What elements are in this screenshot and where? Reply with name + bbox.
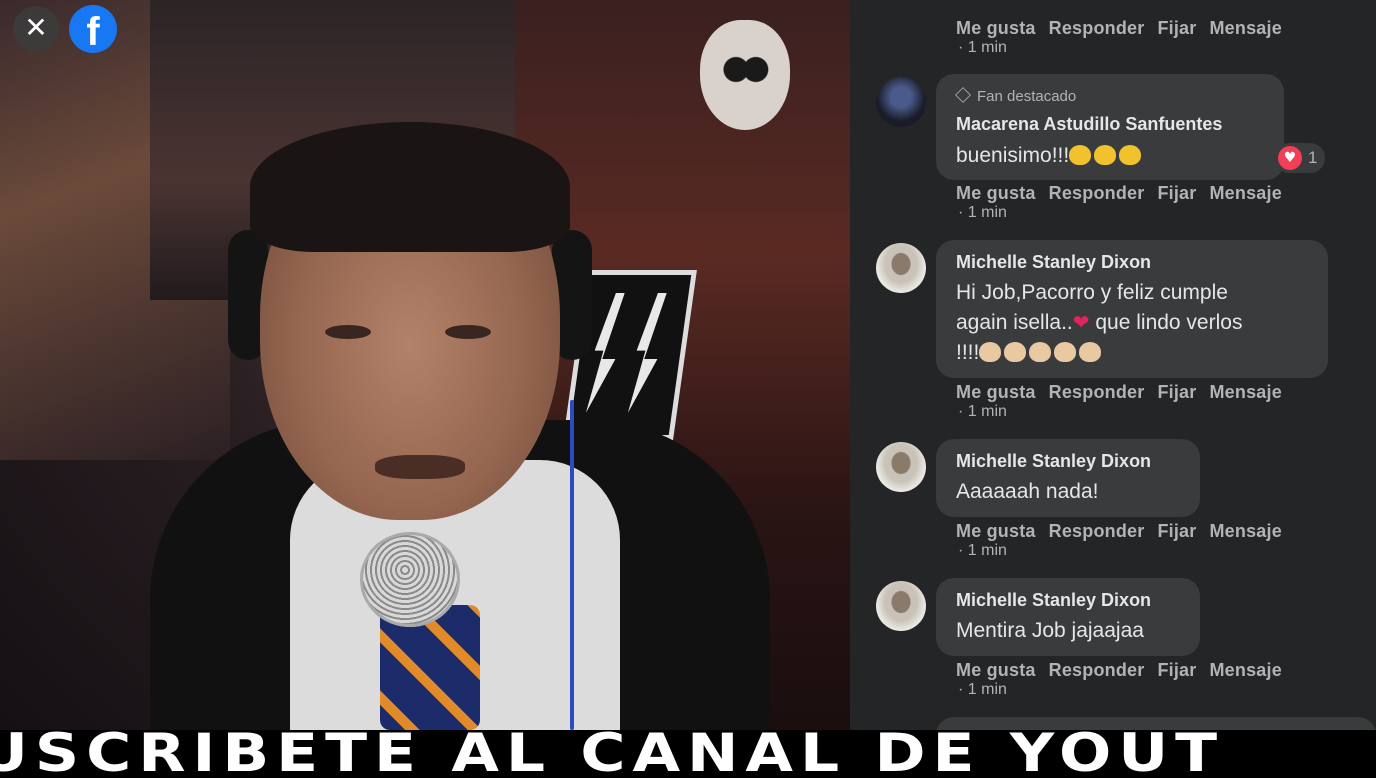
avatar[interactable] xyxy=(876,243,926,293)
comment-text: Hi Job,Pacorro y feliz cumple xyxy=(956,281,1228,304)
close-button[interactable]: ✕ xyxy=(13,6,59,52)
avatar[interactable] xyxy=(876,77,926,127)
comment-bubble: Michelle Stanley Dixon Mentira Job jajaa… xyxy=(936,578,1200,656)
like-link[interactable]: Me gusta xyxy=(956,521,1036,541)
avatar[interactable] xyxy=(876,581,926,631)
comment-actions: Me gusta Responder Fijar Mensaje xyxy=(956,521,1295,542)
comment-bubble xyxy=(936,717,1376,730)
comment-bubble: Michelle Stanley Dixon Aaaaaah nada! xyxy=(936,439,1200,517)
streamer-hair xyxy=(250,122,570,252)
pin-link[interactable]: Fijar xyxy=(1157,18,1196,38)
comment-text: buenisimo!!! xyxy=(956,140,1144,171)
clap-emoji-icon xyxy=(1079,342,1102,362)
facebook-logo-icon[interactable]: f xyxy=(69,5,117,53)
diamond-icon xyxy=(955,87,971,103)
comment-actions: Me gusta Responder Fijar Mensaje xyxy=(956,660,1295,681)
clap-emoji-icon xyxy=(1029,342,1052,362)
mic-cable xyxy=(570,400,574,730)
comment-text: Mentira Job jajaajaa xyxy=(956,619,1144,642)
comment-bubble: Fan destacado Macarena Astudillo Sanfuen… xyxy=(936,74,1284,180)
reply-link[interactable]: Responder xyxy=(1049,660,1145,680)
comment-author[interactable]: Macarena Astudillo Sanfuentes xyxy=(956,114,1222,135)
message-link[interactable]: Mensaje xyxy=(1209,183,1281,203)
poster-face xyxy=(700,20,790,130)
clap-emoji-icon xyxy=(1054,342,1077,362)
comment-text: !!!! xyxy=(956,337,1104,368)
pin-link[interactable]: Fijar xyxy=(1157,660,1196,680)
comment-time: · 1 min xyxy=(958,403,1007,420)
live-video[interactable]: ✕ f xyxy=(0,0,850,730)
heart-icon: ♥ xyxy=(1278,146,1302,170)
message-link[interactable]: Mensaje xyxy=(1209,660,1281,680)
clap-emoji-icon xyxy=(1004,342,1027,362)
comment-time: · 1 min xyxy=(958,681,1007,698)
clap-emoji-icon xyxy=(1069,145,1092,165)
top-fan-badge: Fan destacado xyxy=(955,87,1076,105)
comments-panel[interactable]: Me gusta Responder Fijar Mensaje · 1 min Fa… xyxy=(850,0,1376,730)
comment-actions: Me gusta Responder Fijar Mensaje xyxy=(956,18,1295,39)
message-link[interactable]: Mensaje xyxy=(1209,521,1281,541)
comment-author[interactable]: Michelle Stanley Dixon xyxy=(956,590,1151,611)
comment-time: · 1 min xyxy=(958,542,1007,559)
clap-emoji-icon xyxy=(1119,145,1142,165)
comment-text: Aaaaaah nada! xyxy=(956,480,1099,503)
comment-text: again isella..❤ que lindo verlos xyxy=(956,311,1243,334)
message-link[interactable]: Mensaje xyxy=(1209,18,1281,38)
like-link[interactable]: Me gusta xyxy=(956,18,1036,38)
reply-link[interactable]: Responder xyxy=(1049,18,1145,38)
microphone-head xyxy=(360,532,460,627)
banner-text: USCRÍBETE AL CANAL DE YOUT xyxy=(0,730,1225,778)
avatar[interactable] xyxy=(876,442,926,492)
comment-author[interactable]: Michelle Stanley Dixon xyxy=(956,451,1151,472)
reply-link[interactable]: Responder xyxy=(1049,382,1145,402)
reply-link[interactable]: Responder xyxy=(1049,183,1145,203)
comment-time: · 1 min xyxy=(958,39,1007,56)
reply-link[interactable]: Responder xyxy=(1049,521,1145,541)
pin-link[interactable]: Fijar xyxy=(1157,183,1196,203)
subscribe-banner: USCRÍBETE AL CANAL DE YOUT xyxy=(0,730,1376,778)
like-link[interactable]: Me gusta xyxy=(956,660,1036,680)
comment-author[interactable]: Michelle Stanley Dixon xyxy=(956,252,1151,273)
comment-actions: Me gusta Responder Fijar Mensaje xyxy=(956,382,1295,403)
pin-link[interactable]: Fijar xyxy=(1157,521,1196,541)
like-link[interactable]: Me gusta xyxy=(956,382,1036,402)
streamer-eye xyxy=(445,325,491,339)
comment-time: · 1 min xyxy=(958,204,1007,221)
clap-emoji-icon xyxy=(979,342,1002,362)
like-link[interactable]: Me gusta xyxy=(956,183,1036,203)
message-link[interactable]: Mensaje xyxy=(1209,382,1281,402)
comment-actions: Me gusta Responder Fijar Mensaje xyxy=(956,183,1295,204)
comment-bubble: Michelle Stanley Dixon Hi Job,Pacorro y … xyxy=(936,240,1328,378)
clap-emoji-icon xyxy=(1094,145,1117,165)
reaction-count[interactable]: ♥ 1 xyxy=(1274,143,1326,173)
streamer-eye xyxy=(325,325,371,339)
streamer-mouth xyxy=(375,455,465,479)
pin-link[interactable]: Fijar xyxy=(1157,382,1196,402)
heart-emoji-icon: ❤ xyxy=(1072,312,1090,334)
close-icon: ✕ xyxy=(24,11,48,44)
